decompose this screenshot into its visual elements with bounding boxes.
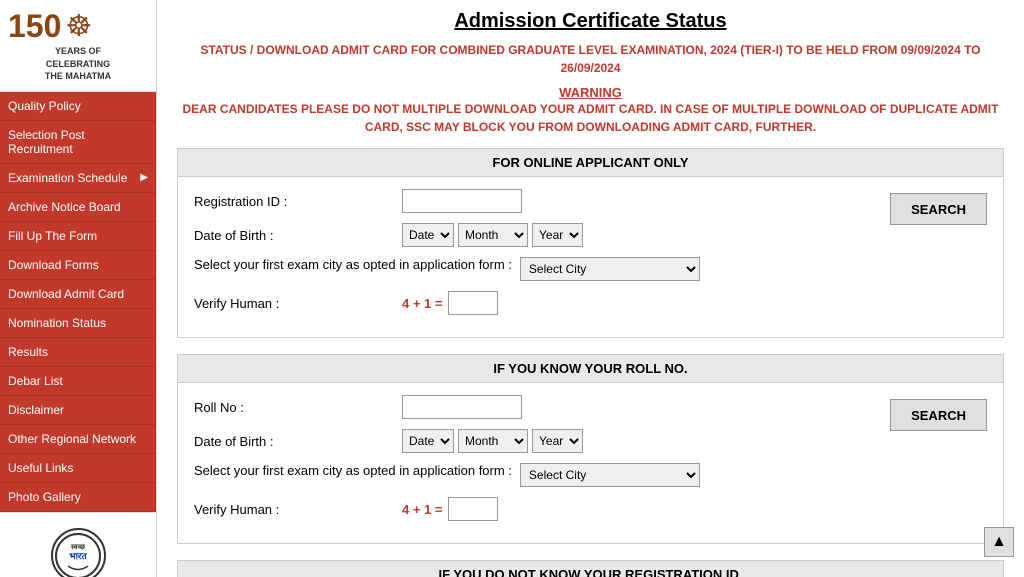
sidebar-item-11[interactable]: Other Regional Network (0, 425, 156, 454)
verify-label-s1: Verify Human : (194, 296, 394, 311)
dob-date-s2[interactable]: Date (402, 429, 454, 453)
sidebar-item-label: Nomination Status (8, 316, 106, 330)
roll-label: Roll No : (194, 400, 394, 415)
section-no-reg-id: IF YOU DO NOT KNOW YOUR REGISTRATION ID.… (177, 560, 1004, 577)
captcha-input-s1[interactable] (448, 291, 498, 315)
sidebar-item-3[interactable]: Archive Notice Board (0, 193, 156, 222)
section2-header: IF YOU KNOW YOUR ROLL NO. (178, 355, 1003, 383)
sidebar-item-label: Disclaimer (8, 403, 64, 417)
roll-no-input[interactable] (402, 395, 522, 419)
sidebar-item-label: Results (8, 345, 48, 359)
sidebar-item-12[interactable]: Useful Links (0, 454, 156, 483)
sidebar-item-label: Download Admit Card (8, 287, 124, 301)
city-label-s1: Select your first exam city as opted in … (194, 257, 512, 272)
sidebar-item-5[interactable]: Download Forms (0, 251, 156, 280)
city-label-s2: Select your first exam city as opted in … (194, 463, 512, 478)
sidebar-item-8[interactable]: Results (0, 338, 156, 367)
scroll-top-button[interactable]: ▲ (984, 527, 1014, 557)
captcha-text-s1: 4 + 1 = (402, 296, 442, 311)
sidebar-item-label: Selection Post Recruitment (8, 128, 148, 156)
section-roll-no: IF YOU KNOW YOUR ROLL NO. Roll No : Date… (177, 354, 1004, 544)
sidebar-nav: Quality Policy Selection Post Recruitment… (0, 92, 156, 512)
sidebar-item-4[interactable]: Fill Up The Form (0, 222, 156, 251)
sidebar-item-label: Fill Up The Form (8, 229, 97, 243)
dob-year-s2[interactable]: Year (532, 429, 583, 453)
sidebar-item-label: Quality Policy (8, 99, 81, 113)
sidebar-logo: 150 ☸ YEARS OFCELEBRATINGTHE MAHATMA (0, 0, 156, 92)
registration-id-input[interactable] (402, 189, 522, 213)
sidebar-item-2[interactable]: Examination Schedule ▶ (0, 164, 156, 193)
dob-group-s2: Date Month Year (402, 429, 583, 453)
sidebar-item-label: Useful Links (8, 461, 73, 475)
sidebar-item-label: Debar List (8, 374, 63, 388)
sidebar: 150 ☸ YEARS OFCELEBRATINGTHE MAHATMA Qua… (0, 0, 157, 577)
sidebar-item-0[interactable]: Quality Policy (0, 92, 156, 121)
search-button-s2[interactable]: SEARCH (890, 399, 987, 431)
captcha-input-s2[interactable] (448, 497, 498, 521)
dob-year-s1[interactable]: Year (532, 223, 583, 247)
swachh-logo: स्वच्छ भारत (51, 528, 106, 577)
main-content: Admission Certificate Status STATUS / DO… (157, 0, 1024, 577)
dob-month-s2[interactable]: Month (458, 429, 528, 453)
sidebar-item-label: Photo Gallery (8, 490, 81, 504)
sidebar-item-6[interactable]: Download Admit Card (0, 280, 156, 309)
sidebar-item-1[interactable]: Selection Post Recruitment (0, 121, 156, 164)
warning-text: DEAR CANDIDATES PLEASE DO NOT MULTIPLE D… (177, 100, 1004, 136)
logo-number: 150 (8, 8, 61, 45)
sidebar-item-9[interactable]: Debar List (0, 367, 156, 396)
page-title: Admission Certificate Status (177, 10, 1004, 33)
dob-month-s1[interactable]: Month (458, 223, 528, 247)
sidebar-footer: स्वच्छ भारत एक कदम स्वच्छता की ओर (0, 512, 156, 577)
dob-label-s2: Date of Birth : (194, 434, 394, 449)
captcha-group-s1: 4 + 1 = (402, 291, 498, 315)
logo-wheel: ☸ (65, 9, 92, 44)
section-online-applicant: FOR ONLINE APPLICANT ONLY Registration I… (177, 148, 1004, 338)
sidebar-item-label: Download Forms (8, 258, 99, 272)
search-button-s1[interactable]: SEARCH (890, 193, 987, 225)
warning-title: WARNING (177, 85, 1004, 100)
city-select-s2[interactable]: Select City (520, 463, 700, 487)
city-select-s1[interactable]: Select City (520, 257, 700, 281)
dob-group-s1: Date Month Year (402, 223, 583, 247)
sidebar-item-label: Archive Notice Board (8, 200, 121, 214)
status-notice: STATUS / DOWNLOAD ADMIT CARD FOR COMBINE… (177, 41, 1004, 77)
sidebar-item-10[interactable]: Disclaimer (0, 396, 156, 425)
sidebar-arrow-icon: ▶ (140, 172, 148, 183)
svg-text:भारत: भारत (69, 551, 87, 561)
sidebar-item-13[interactable]: Photo Gallery (0, 483, 156, 512)
warning-box: WARNING DEAR CANDIDATES PLEASE DO NOT MU… (177, 85, 1004, 136)
captcha-text-s2: 4 + 1 = (402, 502, 442, 517)
section1-header: FOR ONLINE APPLICANT ONLY (178, 149, 1003, 177)
captcha-group-s2: 4 + 1 = (402, 497, 498, 521)
section3-header: IF YOU DO NOT KNOW YOUR REGISTRATION ID. (178, 561, 1003, 577)
dob-date-s1[interactable]: Date (402, 223, 454, 247)
reg-id-label: Registration ID : (194, 194, 394, 209)
sidebar-item-label: Examination Schedule (8, 171, 127, 185)
verify-label-s2: Verify Human : (194, 502, 394, 517)
svg-text:स्वच्छ: स्वच्छ (70, 544, 86, 551)
sidebar-item-7[interactable]: Nomination Status (0, 309, 156, 338)
sidebar-item-label: Other Regional Network (8, 432, 136, 446)
dob-label-s1: Date of Birth : (194, 228, 394, 243)
logo-tagline: YEARS OFCELEBRATINGTHE MAHATMA (8, 45, 148, 83)
